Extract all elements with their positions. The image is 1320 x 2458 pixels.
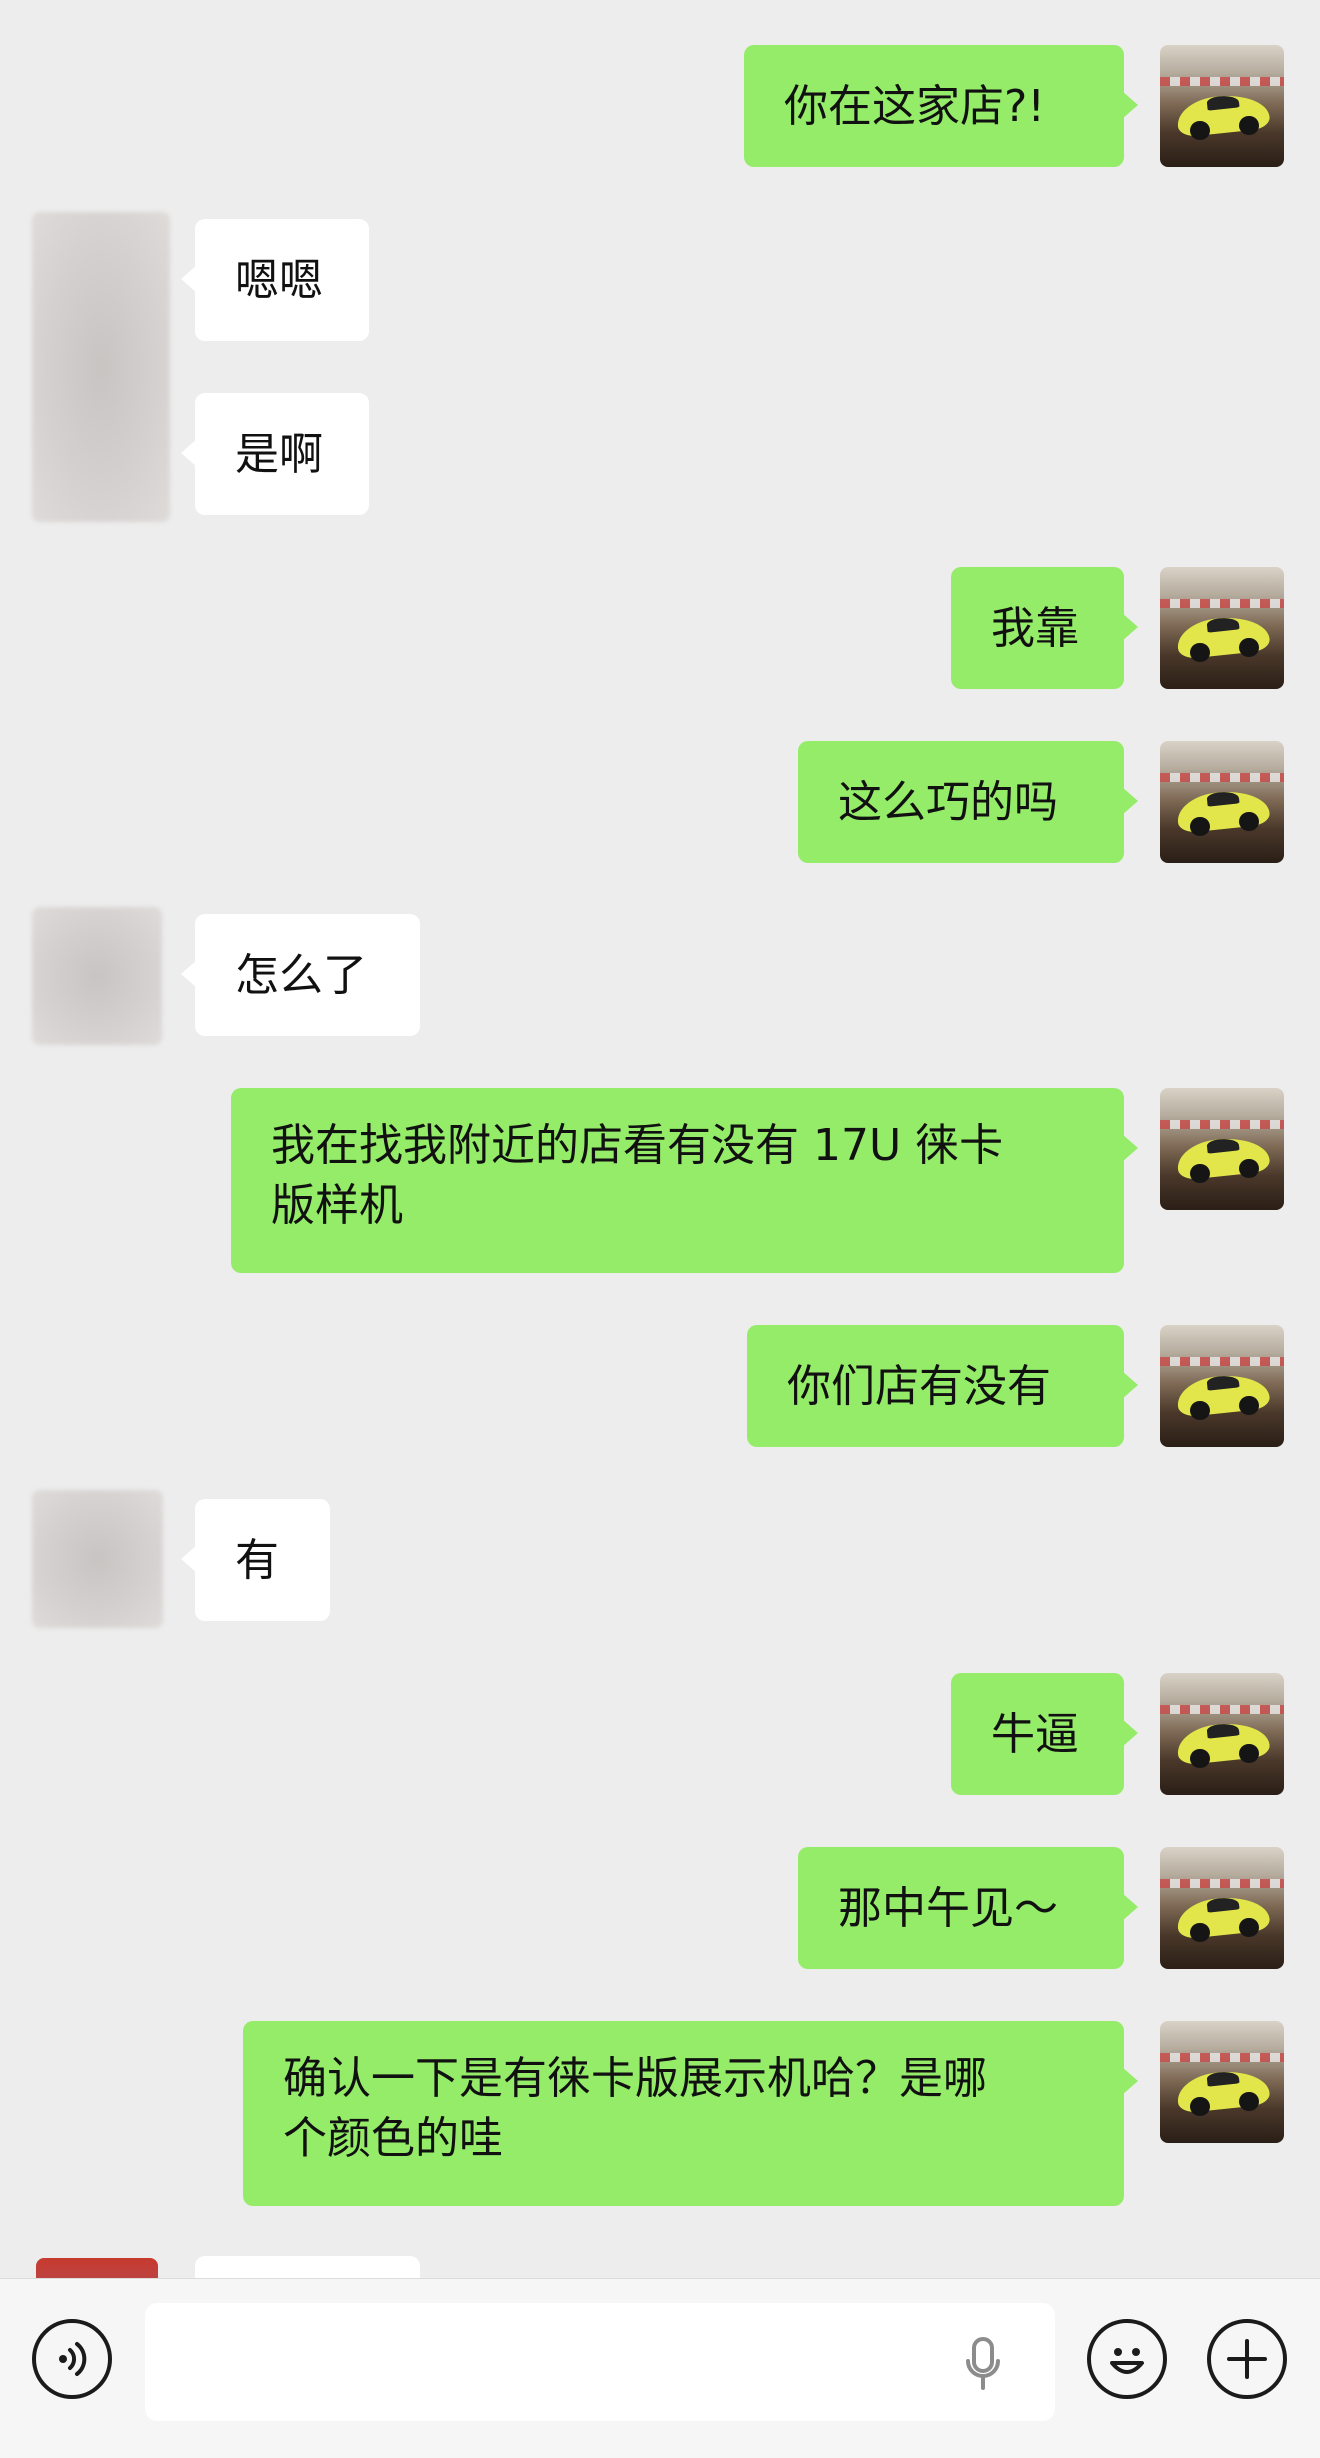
- voice-wave-icon: [59, 2342, 87, 2376]
- chat-message-list[interactable]: 你在这家店?! 嗯嗯 是啊 我靠 这么巧的吗 怎么了 我在找我附近的店看有没有 …: [0, 0, 1320, 2278]
- contact-avatar[interactable]: [32, 1490, 163, 1628]
- my-avatar[interactable]: [1160, 1847, 1284, 1969]
- my-avatar[interactable]: [1160, 45, 1284, 167]
- my-avatar[interactable]: [1160, 2021, 1284, 2143]
- my-message-bubble[interactable]: 确认一下是有徕卡版展示机哈？是哪 个颜色的哇: [243, 2021, 1138, 2206]
- chat-input-bar: [0, 2278, 1320, 2458]
- my-avatar[interactable]: [1160, 1673, 1284, 1795]
- contact-avatar[interactable]: [32, 907, 162, 1045]
- my-message-bubble[interactable]: 这么巧的吗: [798, 741, 1138, 863]
- my-message-bubble[interactable]: 我靠: [951, 567, 1138, 689]
- my-message-bubble[interactable]: 我在找我附近的店看有没有 17U 徕卡 版样机: [231, 1088, 1138, 1273]
- emoji-button[interactable]: [1087, 2319, 1167, 2399]
- my-avatar[interactable]: [1160, 741, 1284, 863]
- my-avatar[interactable]: [1160, 567, 1284, 689]
- smiley-icon: [1110, 2348, 1144, 2374]
- contact-avatar[interactable]: [32, 212, 170, 522]
- my-avatar[interactable]: [1160, 1088, 1284, 1210]
- contact-avatar[interactable]: [36, 2258, 158, 2278]
- my-message-bubble[interactable]: 牛逼: [951, 1673, 1138, 1795]
- plus-icon: [1227, 2339, 1267, 2379]
- my-message-bubble[interactable]: 你在这家店?!: [744, 45, 1138, 167]
- my-avatar[interactable]: [1160, 1325, 1284, 1447]
- my-message-bubble[interactable]: 你们店有没有: [747, 1325, 1138, 1447]
- my-message-bubble[interactable]: 那中午见～: [798, 1847, 1138, 1969]
- microphone-icon[interactable]: [965, 2337, 1001, 2391]
- contact-message-bubble[interactable]: 有: [181, 1499, 330, 1621]
- message-input[interactable]: [145, 2303, 1055, 2421]
- contact-message-bubble[interactable]: 嗯嗯: [181, 219, 369, 341]
- contact-message-bubble[interactable]: [195, 2256, 420, 2278]
- voice-input-button[interactable]: [32, 2319, 112, 2399]
- contact-message-bubble[interactable]: 怎么了: [181, 914, 420, 1036]
- add-more-button[interactable]: [1207, 2319, 1287, 2399]
- contact-message-bubble[interactable]: 是啊: [181, 393, 369, 515]
